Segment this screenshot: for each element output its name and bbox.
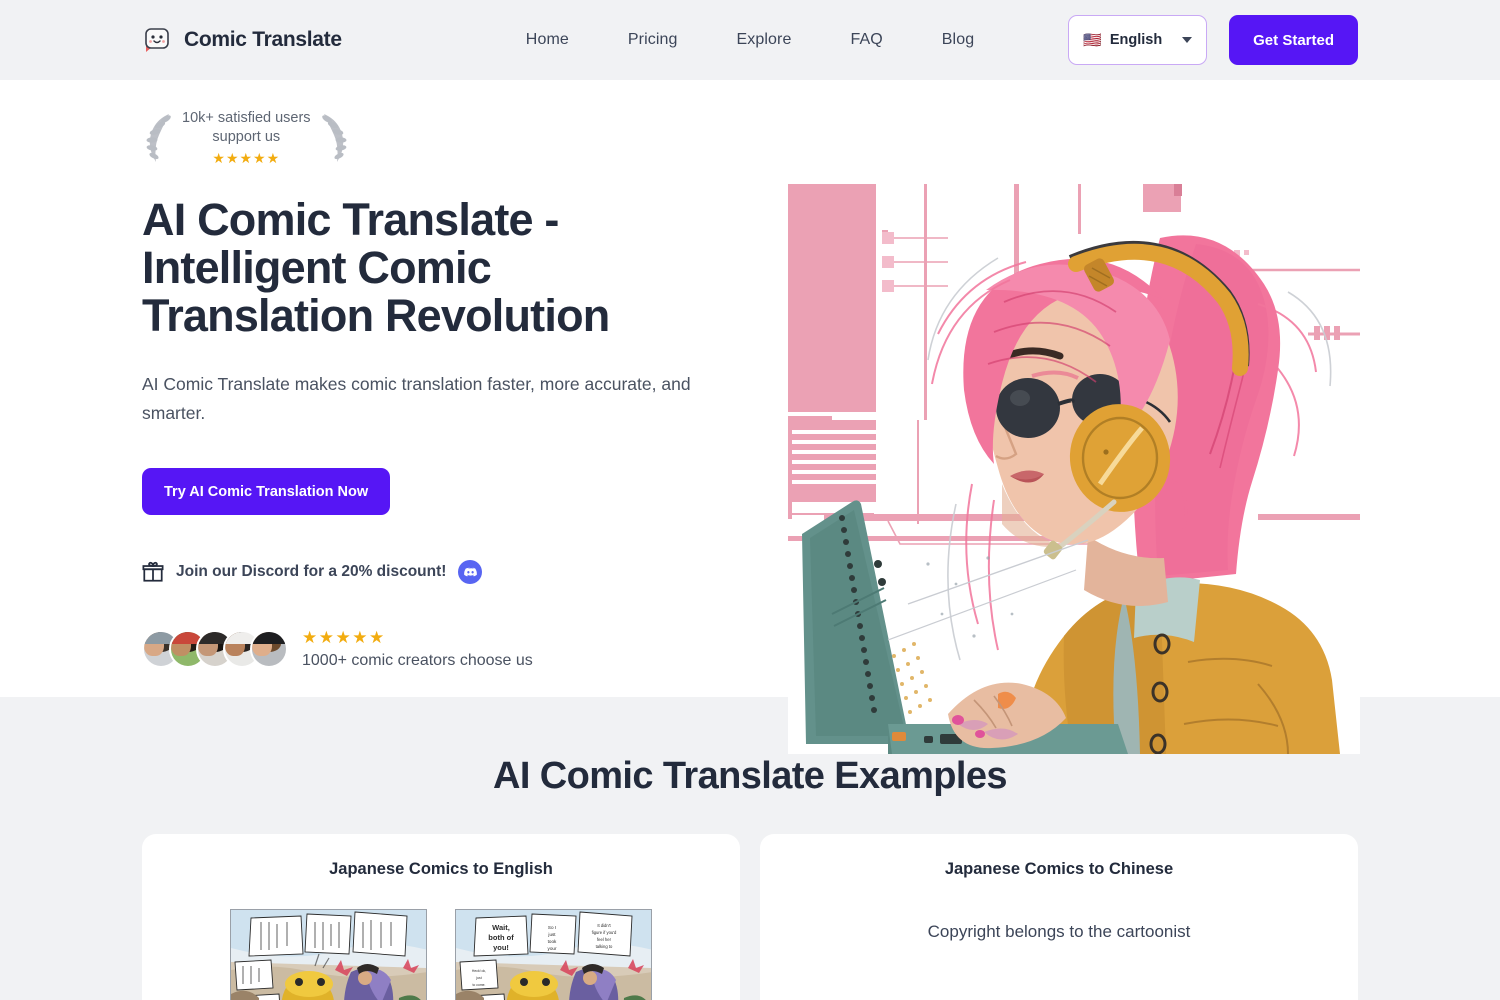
example-card-japanese-to-chinese: Japanese Comics to Chinese Copyright bel… — [760, 834, 1358, 1000]
comic-bubble-icon — [142, 25, 172, 55]
svg-text:So I: So I — [548, 925, 556, 930]
svg-text:your: your — [548, 946, 557, 951]
translated-english-comic-panel[interactable]: Wait, both of you! So I just took your I… — [455, 909, 652, 1000]
badge-line-2: support us — [212, 129, 281, 145]
gift-icon — [142, 561, 164, 583]
svg-text:feel her: feel her — [597, 937, 612, 942]
svg-text:talking to: talking to — [596, 944, 613, 949]
page-title: AI Comic Translate - Intelligent Comic T… — [142, 194, 610, 341]
badge-stars: ★★★★★ — [212, 150, 281, 166]
nav-item-blog[interactable]: Blog — [942, 31, 974, 49]
site-header: Comic Translate Home Pricing Explore FAQ… — [0, 0, 1500, 80]
language-label: English — [1109, 32, 1163, 48]
language-selector[interactable]: 🇺🇸 English — [1068, 15, 1208, 65]
copyright-note: Copyright belongs to the cartoonist — [927, 922, 1191, 941]
nav-item-pricing[interactable]: Pricing — [628, 31, 678, 49]
laurel-right-icon — [317, 110, 351, 166]
satisfied-users-badge: 10k+ satisfied users support us ★★★★★ — [142, 106, 742, 170]
examples-cards: Japanese Comics to English Wait, both of… — [0, 798, 1500, 1000]
social-proof-label: 1000+ comic creators choose us — [302, 652, 533, 669]
header-actions: 🇺🇸 English Get Started — [1068, 15, 1358, 65]
svg-text:you!: you! — [493, 943, 509, 952]
get-started-button[interactable]: Get Started — [1229, 15, 1358, 65]
discord-promo[interactable]: Join our Discord for a 20% discount! — [142, 560, 742, 584]
brand-logo-link[interactable]: Comic Translate — [142, 25, 342, 55]
svg-text:just: just — [547, 932, 556, 937]
hero-content: 10k+ satisfied users support us ★★★★★ AI… — [142, 80, 742, 697]
discord-promo-text: Join our Discord for a 20% discount! — [176, 563, 447, 580]
badge-text-block: 10k+ satisfied users support us ★★★★★ — [178, 109, 315, 167]
laurel-left-icon — [142, 110, 176, 166]
avatar — [250, 630, 288, 668]
svg-text:figure if you'd: figure if you'd — [592, 930, 617, 935]
nav-item-home[interactable]: Home — [526, 31, 569, 49]
svg-text:Wait,: Wait, — [492, 923, 510, 932]
svg-text:just: just — [475, 976, 481, 980]
main-nav: Home Pricing Explore FAQ Blog — [526, 31, 974, 49]
hero-subtitle: AI Comic Translate makes comic translati… — [142, 374, 691, 423]
try-translation-button[interactable]: Try AI Comic Translation Now — [142, 468, 391, 515]
hero-illustration — [788, 184, 1360, 754]
svg-text:Heck! ok,: Heck! ok, — [472, 969, 486, 973]
social-proof-stars: ★★★★★ — [302, 628, 386, 647]
comic-panel-row: Wait, both of you! So I just took your I… — [162, 909, 720, 1000]
discord-icon[interactable] — [458, 560, 483, 584]
nav-item-faq[interactable]: FAQ — [850, 31, 882, 49]
example-card-title: Japanese Comics to Chinese — [944, 860, 1174, 878]
avatar-group — [142, 630, 288, 668]
brand-name: Comic Translate — [184, 28, 342, 51]
social-proof-text-block: ★★★★★ 1000+ comic creators choose us — [302, 628, 533, 670]
original-japanese-comic-panel[interactable] — [230, 909, 427, 1000]
social-proof: ★★★★★ 1000+ comic creators choose us — [142, 628, 742, 670]
example-card-japanese-to-english: Japanese Comics to English Wait, both of… — [142, 834, 740, 1000]
svg-text:to come.: to come. — [472, 983, 485, 987]
badge-line-1: 10k+ satisfied users — [182, 110, 311, 126]
svg-text:It didn't: It didn't — [597, 923, 611, 928]
nav-item-explore[interactable]: Explore — [737, 31, 792, 49]
us-flag-icon: 🇺🇸 — [1083, 31, 1102, 49]
svg-text:took: took — [548, 939, 557, 944]
example-card-title: Japanese Comics to English — [329, 860, 553, 878]
chevron-down-icon — [1182, 37, 1193, 43]
svg-text:both of: both of — [488, 933, 514, 942]
hero-section: 10k+ satisfied users support us ★★★★★ AI… — [0, 80, 1500, 754]
